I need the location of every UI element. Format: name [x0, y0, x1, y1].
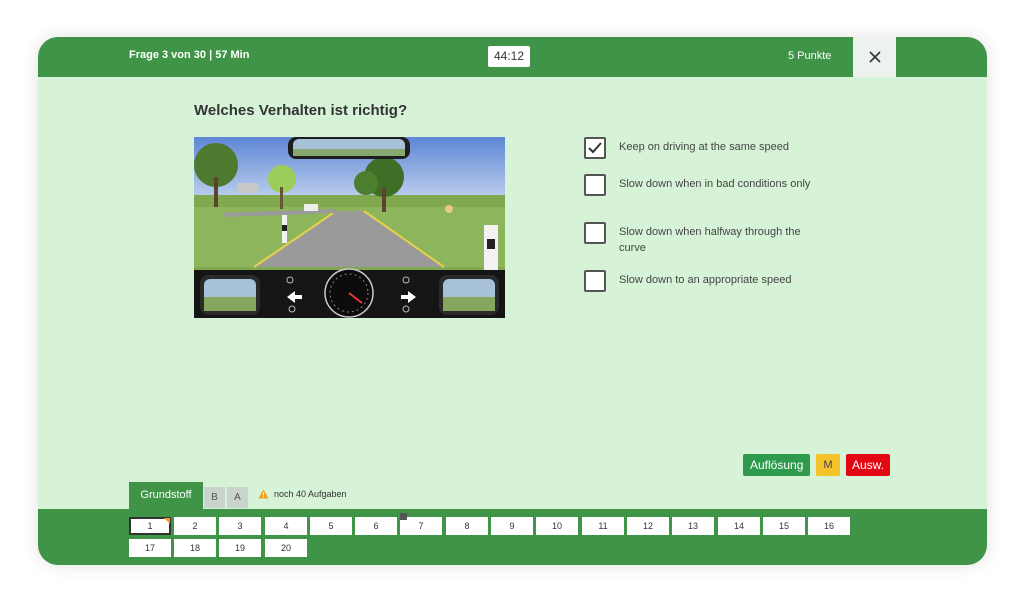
- question-points: 5 Punkte: [788, 50, 832, 62]
- checkmark-icon: [588, 142, 602, 154]
- question-nav-2[interactable]: 2: [174, 517, 216, 535]
- mark-button[interactable]: M: [816, 454, 840, 476]
- current-flag-icon: [164, 518, 170, 524]
- question-nav-17[interactable]: 17: [129, 539, 171, 557]
- question-nav-14[interactable]: 14: [718, 517, 760, 535]
- top-bar: Frage 3 von 30 | 57 Min 44:12 5 Punkte: [38, 37, 987, 77]
- remaining-tasks-text: noch 40 Aufgaben: [274, 489, 347, 499]
- question-nav-1[interactable]: 1: [129, 517, 171, 535]
- question-title: Welches Verhalten ist richtig?: [194, 102, 408, 119]
- answer-checkbox-3[interactable]: [584, 222, 606, 244]
- question-nav-6[interactable]: 6: [355, 517, 397, 535]
- tab-grundstoff[interactable]: Grundstoff: [129, 482, 203, 509]
- question-nav-4[interactable]: 4: [265, 517, 307, 535]
- question-progress: Frage 3 von 30 | 57 Min: [129, 49, 250, 61]
- close-button[interactable]: [853, 37, 896, 77]
- question-nav-18[interactable]: 18: [174, 539, 216, 557]
- question-nav-8[interactable]: 8: [446, 517, 488, 535]
- question-nav-15[interactable]: 15: [763, 517, 805, 535]
- answer-checkbox-4[interactable]: [584, 270, 606, 292]
- question-nav-number: 7: [418, 521, 424, 531]
- remaining-tasks-notice: noch 40 Aufgaben: [258, 489, 347, 499]
- exam-window: Frage 3 von 30 | 57 Min 44:12 5 Punkte W…: [38, 37, 987, 565]
- question-nav-3[interactable]: 3: [219, 517, 261, 535]
- countdown-timer: 44:12: [488, 46, 531, 67]
- question-nav-16[interactable]: 16: [808, 517, 850, 535]
- solution-button[interactable]: Auflösung: [743, 454, 811, 476]
- question-nav-20[interactable]: 20: [265, 539, 307, 557]
- question-navigator: 1 2 3 4 5 6 7 8 9 10 11 12 13 14 15 16 1…: [38, 509, 987, 565]
- answer-text-1: Keep on driving at the same speed: [619, 141, 790, 153]
- question-nav-19[interactable]: 19: [219, 539, 261, 557]
- question-nav-12[interactable]: 12: [627, 517, 669, 535]
- close-icon: [868, 51, 881, 63]
- tab-class-b[interactable]: B: [204, 487, 225, 508]
- answer-text-4: Slow down to an appropriate speed: [619, 274, 792, 286]
- question-nav-5[interactable]: 5: [310, 517, 352, 535]
- question-nav-9[interactable]: 9: [491, 517, 533, 535]
- answer-text-3: Slow down when halfway through the curve: [619, 226, 801, 254]
- question-nav-number: 1: [147, 521, 153, 531]
- answer-checkbox-2[interactable]: [584, 174, 606, 196]
- warning-icon: [258, 489, 269, 499]
- tab-class-a[interactable]: A: [227, 487, 248, 508]
- driving-scene-image: [194, 137, 505, 318]
- question-nav-7[interactable]: 7: [400, 513, 442, 535]
- bookmark-icon: [400, 513, 407, 520]
- evaluate-button[interactable]: Ausw.: [846, 454, 891, 476]
- question-nav-13[interactable]: 13: [672, 517, 714, 535]
- answer-checkbox-1[interactable]: [584, 137, 606, 159]
- question-nav-10[interactable]: 10: [536, 517, 578, 535]
- answer-text-2: Slow down when in bad conditions only: [619, 178, 811, 190]
- question-nav-11[interactable]: 11: [582, 517, 624, 535]
